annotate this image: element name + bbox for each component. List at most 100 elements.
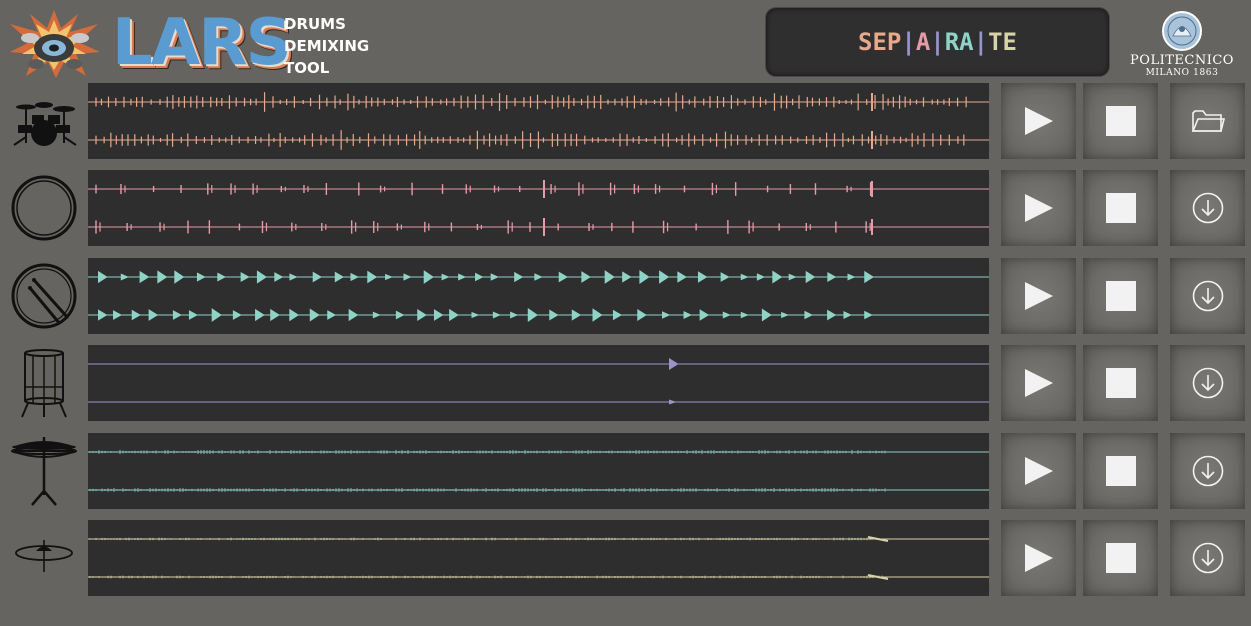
waveform-transient <box>270 308 280 322</box>
waveform-transient <box>864 310 873 320</box>
waveform-transient <box>592 308 603 322</box>
waveform-transient <box>289 308 300 322</box>
waveform-panel[interactable] <box>88 433 989 509</box>
play-button[interactable] <box>1001 433 1076 509</box>
waveform-transient <box>232 310 242 320</box>
waveform-panel[interactable] <box>88 83 989 159</box>
snare-drum-icon <box>6 258 82 334</box>
app-wordmark: LARS <box>112 6 292 80</box>
waveform-mix <box>88 92 989 150</box>
separate-button[interactable]: SEP|A|RA|TE <box>766 8 1109 76</box>
waveform-cymbals <box>88 536 989 580</box>
waveform-transient <box>659 270 670 284</box>
download-icon <box>1192 192 1223 224</box>
tom-drum-icon <box>6 345 82 421</box>
stop-icon <box>1105 543 1136 573</box>
waveform-transient <box>327 310 337 320</box>
play-button[interactable] <box>1001 258 1076 334</box>
stop-button[interactable] <box>1083 520 1158 596</box>
stop-button[interactable] <box>1083 258 1158 334</box>
waveform-transient <box>804 310 813 320</box>
stop-icon <box>1105 368 1136 398</box>
track-kick <box>0 170 1251 246</box>
play-button[interactable] <box>1001 83 1076 159</box>
waveform-transient <box>471 311 480 319</box>
folder-icon <box>1191 110 1225 132</box>
play-icon <box>1024 457 1053 485</box>
download-button[interactable] <box>1170 170 1245 246</box>
waveform-transient <box>558 271 568 283</box>
waveform-transient <box>334 271 345 283</box>
waveform-transient <box>157 270 168 284</box>
bass-drum-icon <box>6 170 82 246</box>
lars-app: LARS DRUMS DEMIXING TOOL SEP|A|RA|TE POL… <box>0 0 1251 626</box>
play-button[interactable] <box>1001 520 1076 596</box>
waveform-transient <box>188 310 198 320</box>
play-icon <box>1024 369 1053 397</box>
waveform-transient <box>289 273 298 281</box>
waveform-transient <box>174 270 185 284</box>
waveform-transient <box>490 273 499 281</box>
stop-icon <box>1105 106 1136 136</box>
waveform-transient <box>662 311 671 319</box>
waveform-transient <box>98 309 108 321</box>
waveform-panel[interactable] <box>88 258 989 334</box>
waveform-transient <box>367 270 378 284</box>
waveform-transient <box>274 272 284 282</box>
separate-button-label: SEP|A|RA|TE <box>858 28 1017 56</box>
download-button[interactable] <box>1170 520 1245 596</box>
download-button[interactable] <box>1170 433 1245 509</box>
waveform-transient <box>669 358 679 370</box>
play-icon <box>1024 544 1053 572</box>
waveform-transient <box>864 270 874 284</box>
download-button[interactable] <box>1170 345 1245 421</box>
waveform-panel[interactable] <box>88 345 989 421</box>
waveform-transient <box>740 311 749 319</box>
waveform-transient <box>449 308 459 322</box>
waveform-transient <box>312 271 322 283</box>
download-button[interactable] <box>1170 258 1245 334</box>
stop-button[interactable] <box>1083 83 1158 159</box>
waveform-transient <box>510 311 519 319</box>
waveform-panel[interactable] <box>88 170 989 246</box>
waveform-transient <box>211 308 222 322</box>
stop-button[interactable] <box>1083 433 1158 509</box>
hi-hat-icon <box>6 433 82 509</box>
waveform-panel[interactable] <box>88 520 989 596</box>
waveform-transient <box>348 308 359 322</box>
waveform-transient <box>622 271 632 283</box>
stop-icon <box>1105 281 1136 311</box>
cymbal-icon <box>6 520 82 596</box>
waveform-hihat <box>88 449 989 493</box>
play-button[interactable] <box>1001 345 1076 421</box>
waveform-transient <box>534 273 543 281</box>
track-cymbals <box>0 520 1251 596</box>
exploding-drum-kit-icon <box>6 8 102 80</box>
waveform-transient <box>196 272 206 282</box>
waveform-transient <box>604 270 615 284</box>
play-icon <box>1024 282 1053 310</box>
waveform-transient <box>98 270 108 284</box>
waveform-transient <box>720 272 730 282</box>
waveform-transient <box>148 309 159 321</box>
stop-button[interactable] <box>1083 345 1158 421</box>
waveform-transient <box>756 273 766 281</box>
open-folder-button[interactable] <box>1170 83 1245 159</box>
waveform-transient <box>172 310 182 320</box>
track-toms <box>0 345 1251 421</box>
stop-button[interactable] <box>1083 170 1158 246</box>
institution-logo: POLITECNICO MILANO 1863 <box>1122 10 1242 82</box>
institution-subtitle: MILANO 1863 <box>1145 68 1219 78</box>
waveform-transient <box>309 308 320 322</box>
play-button[interactable] <box>1001 170 1076 246</box>
waveform-transient <box>527 308 538 322</box>
drum-kit-icon <box>6 83 82 159</box>
waveform-transient <box>827 272 837 282</box>
waveform-transient <box>372 311 381 319</box>
waveform-transient <box>847 273 856 281</box>
tagline-line: DEMIXING <box>284 37 370 55</box>
waveform-transient <box>669 399 677 405</box>
track-snare <box>0 258 1251 334</box>
waveform-transient <box>781 311 789 319</box>
waveform-transient <box>492 311 501 319</box>
